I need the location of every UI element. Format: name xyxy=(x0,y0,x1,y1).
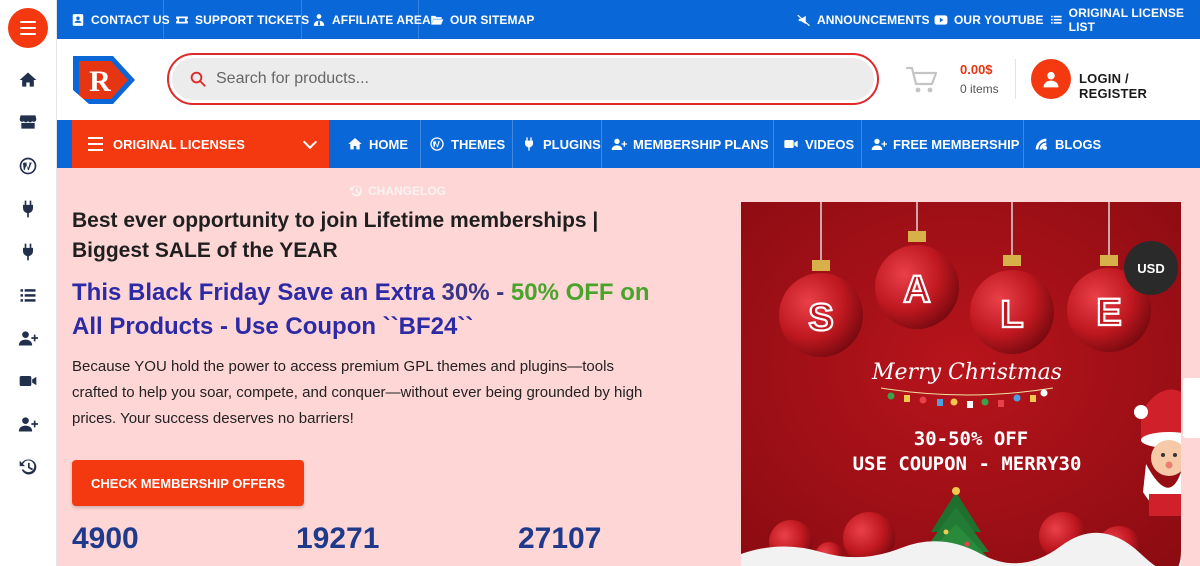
user-plus-icon xyxy=(611,138,627,150)
folder-open-icon xyxy=(431,15,444,25)
user-avatar-icon[interactable] xyxy=(1031,59,1071,99)
menu-icon[interactable] xyxy=(8,8,48,48)
check-membership-offers-button[interactable]: CHECK MEMBERSHIP OFFERS xyxy=(72,460,304,506)
affiliate-area-link[interactable]: AFFILIATE AREA xyxy=(312,0,431,39)
user-plus-icon xyxy=(871,138,887,150)
side-scroll-tab[interactable] xyxy=(1183,378,1200,438)
history-icon xyxy=(350,185,362,197)
sale-letter: S xyxy=(808,297,833,339)
stat-value: 19271 xyxy=(296,522,380,555)
top-bar: CONTACT US SUPPORT TICKETS AFFILIATE ARE… xyxy=(57,0,1200,39)
banner-greeting: Merry Christmas xyxy=(871,360,1062,385)
main-nav: ORIGINAL LICENSES HOME THEMES PLUGINS ME… xyxy=(57,120,1200,168)
support-tickets-label: SUPPORT TICKETS xyxy=(195,12,310,27)
promo-coupon-text: All Products - Use Coupon ``BF24`` xyxy=(72,313,474,340)
plug-icon[interactable] xyxy=(16,197,40,221)
blog-icon xyxy=(1035,138,1047,150)
cart-icon[interactable] xyxy=(906,65,938,95)
christmas-sale-banner[interactable]: S A L E Merry Christmas 30-50% OFF USE C… xyxy=(741,202,1181,566)
nav-themes[interactable]: THEMES xyxy=(429,120,505,168)
announcements-label: ANNOUNCEMENTS xyxy=(817,12,930,27)
youtube-icon xyxy=(934,14,948,25)
nav-blogs-label: BLOGS xyxy=(1055,136,1102,152)
hamburger-icon xyxy=(88,137,103,151)
sale-letter: A xyxy=(903,269,930,311)
list-icon xyxy=(1051,15,1062,24)
original-licenses-label: ORIGINAL LICENSES xyxy=(113,136,245,152)
promo-percent-high: 50% OFF xyxy=(510,279,614,306)
wordpress-icon[interactable] xyxy=(16,154,40,178)
history-icon[interactable] xyxy=(16,455,40,479)
sale-letter: E xyxy=(1096,292,1121,334)
original-licenses-dropdown[interactable]: ORIGINAL LICENSES xyxy=(72,120,329,168)
contact-card-icon xyxy=(72,13,84,26)
nav-free-membership-label: FREE MEMBERSHIP xyxy=(893,136,1020,152)
original-license-list-link[interactable]: ORIGINAL LICENSE LIST xyxy=(1050,0,1200,39)
search-icon xyxy=(190,71,206,87)
home-icon[interactable] xyxy=(16,68,40,92)
hero-promo: This Black Friday Save an Extra 30% - 50… xyxy=(72,276,672,344)
site-logo[interactable]: R xyxy=(69,52,139,108)
stat-value: 4900 xyxy=(72,522,139,555)
search-bar[interactable] xyxy=(167,53,879,105)
original-license-list-label: ORIGINAL LICENSE LIST xyxy=(1068,5,1185,34)
nav-videos-label: VIDEOS xyxy=(805,136,855,152)
banner-discount: 30-50% OFF xyxy=(914,428,1028,450)
promo-percent-low: 30% xyxy=(441,279,490,306)
site-header: R 0.00$ 0 items LOGIN / REGISTER xyxy=(57,39,1200,120)
nav-membership-plans[interactable]: MEMBERSHIP PLANS xyxy=(611,120,769,168)
nav-plugins[interactable]: PLUGINS xyxy=(521,120,601,168)
promo-on: on xyxy=(613,279,650,306)
hero-section: CHANGELOG Best ever opportunity to join … xyxy=(57,168,1200,566)
nav-blogs[interactable]: BLOGS xyxy=(1033,120,1101,168)
hero-title: Best ever opportunity to join Lifetime m… xyxy=(72,209,599,262)
user-plus-icon[interactable] xyxy=(16,326,40,350)
cart-total[interactable]: 0.00$ xyxy=(960,62,993,77)
ticket-icon xyxy=(176,16,188,23)
our-sitemap-label: OUR SITEMAP xyxy=(450,12,535,27)
store-icon[interactable] xyxy=(16,110,40,134)
contact-us-link[interactable]: CONTACT US xyxy=(71,0,170,39)
nav-videos[interactable]: VIDEOS xyxy=(783,120,854,168)
wordpress-icon xyxy=(430,137,444,151)
login-register-link[interactable]: LOGIN / REGISTER xyxy=(1079,71,1200,101)
megaphone-off-icon xyxy=(797,14,810,26)
our-youtube-link[interactable]: OUR YOUTUBE xyxy=(934,0,1044,39)
stat-value: 27107 xyxy=(518,522,602,555)
left-sidebar xyxy=(0,0,57,566)
nav-themes-label: THEMES xyxy=(451,136,506,152)
chevron-down-icon xyxy=(302,134,318,150)
support-tickets-link[interactable]: SUPPORT TICKETS xyxy=(175,0,309,39)
nav-free-membership[interactable]: FREE MEMBERSHIP xyxy=(871,120,1019,168)
changelog-label: CHANGELOG xyxy=(368,184,446,198)
search-input[interactable] xyxy=(216,70,816,88)
user-tie-icon xyxy=(313,13,325,26)
affiliate-area-label: AFFILIATE AREA xyxy=(332,12,431,27)
home-icon xyxy=(348,138,362,150)
hero-description: Because YOU hold the power to access pre… xyxy=(72,358,643,427)
banner-artwork: S A L E Merry Christmas 30-50% OFF USE C… xyxy=(741,202,1181,566)
nav-plugins-label: PLUGINS xyxy=(543,136,601,152)
nav-home[interactable]: HOME xyxy=(347,120,408,168)
plug-icon xyxy=(524,137,534,151)
nav-membership-plans-label: MEMBERSHIP PLANS xyxy=(633,136,769,152)
currency-switcher[interactable]: USD xyxy=(1124,241,1178,295)
contact-us-label: CONTACT US xyxy=(91,12,170,27)
nav-changelog[interactable]: CHANGELOG xyxy=(349,184,446,198)
banner-coupon: USE COUPON - MERRY30 xyxy=(853,453,1082,475)
promo-dash: - xyxy=(489,279,511,306)
user-plus-icon[interactable] xyxy=(16,412,40,436)
cart-item-count[interactable]: 0 items xyxy=(960,82,999,96)
nav-home-label: HOME xyxy=(369,136,408,152)
video-icon xyxy=(784,140,798,148)
video-icon[interactable] xyxy=(16,369,40,393)
promo-text: This Black Friday Save an Extra xyxy=(72,279,442,306)
logo-letter: R xyxy=(89,65,111,98)
sale-letter: L xyxy=(1000,294,1023,336)
list-icon[interactable] xyxy=(16,283,40,307)
our-sitemap-link[interactable]: OUR SITEMAP xyxy=(430,0,534,39)
our-youtube-label: OUR YOUTUBE xyxy=(954,12,1044,27)
plug-icon[interactable] xyxy=(16,240,40,264)
announcements-link[interactable]: ANNOUNCEMENTS xyxy=(797,0,930,39)
